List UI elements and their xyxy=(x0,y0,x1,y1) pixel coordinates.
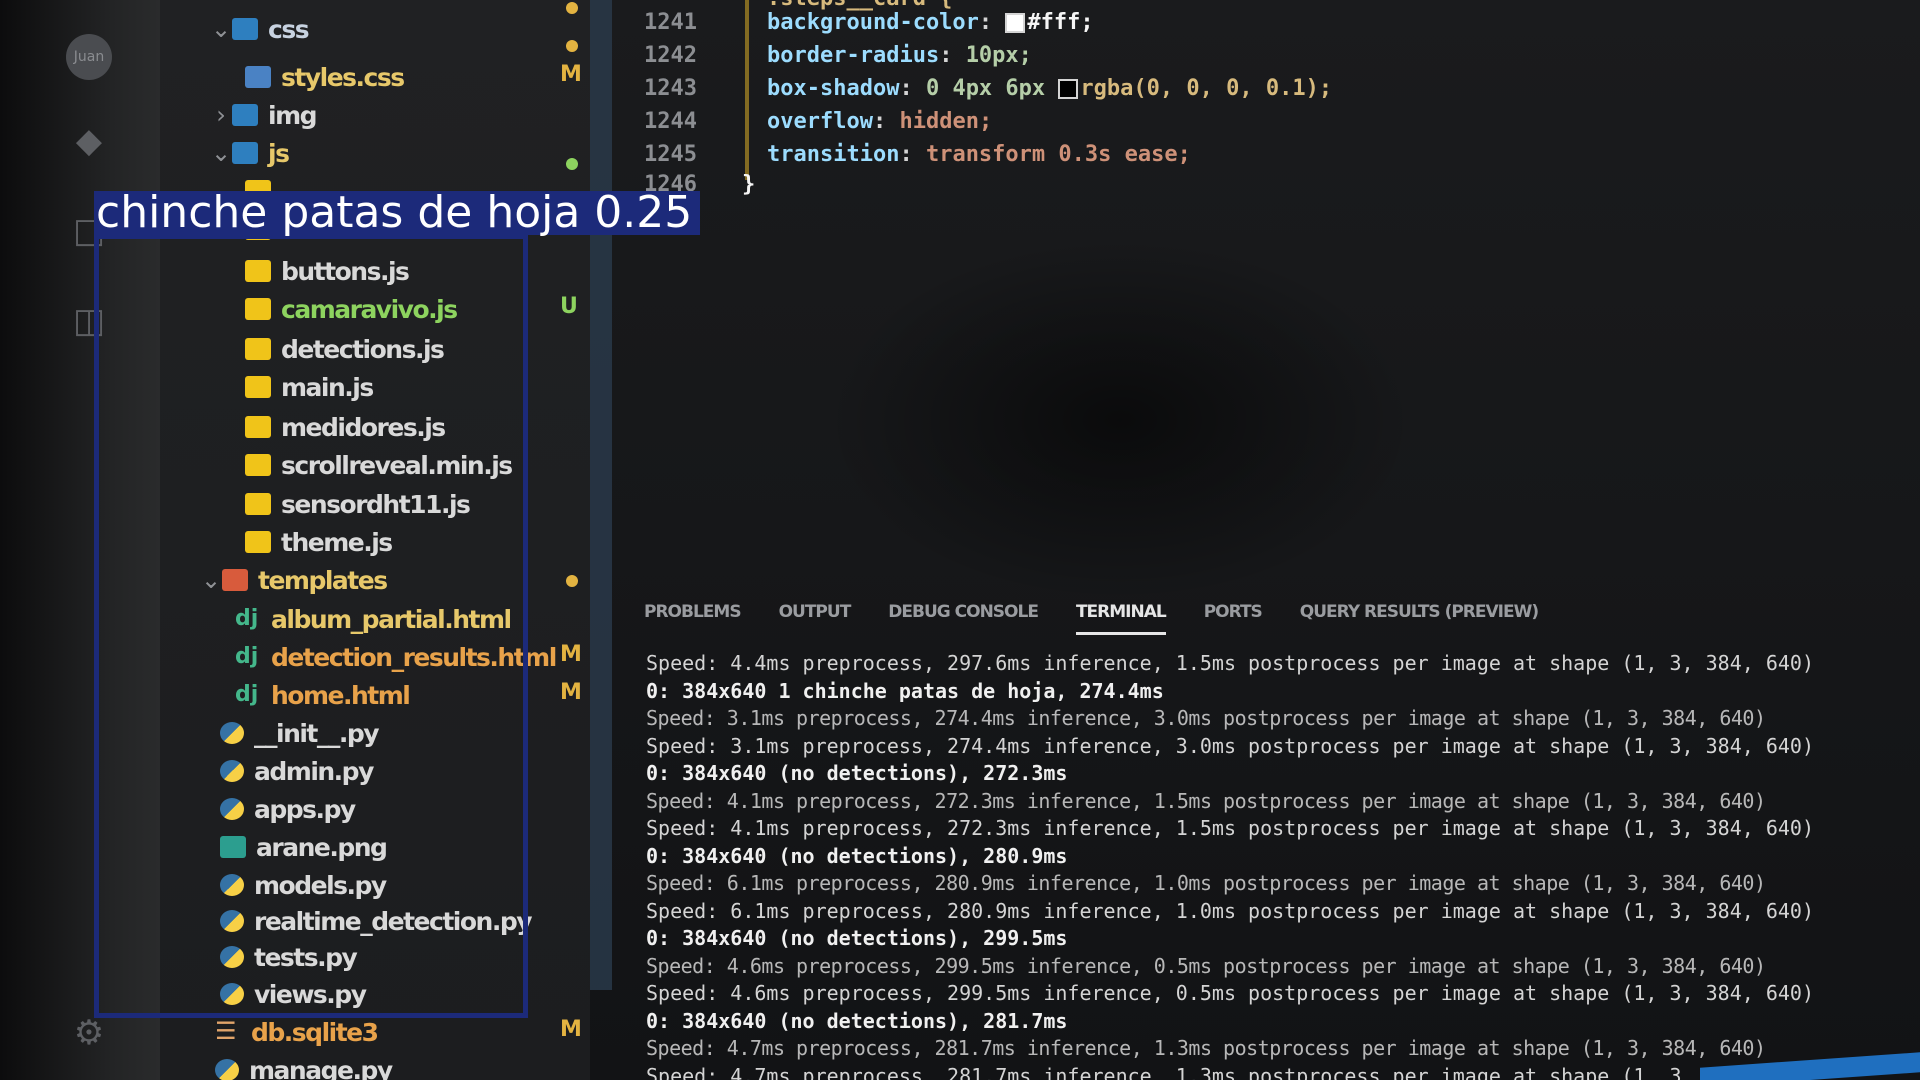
terminal-output[interactable]: Speed: 4.4ms preprocess, 297.6ms inferen… xyxy=(646,650,1906,1080)
terminal-speed-line: Speed: 6.1ms preprocess, 280.9ms inferen… xyxy=(646,898,1814,923)
bottom-panel: PROBLEMS OUTPUT DEBUG CONSOLE TERMINAL PORTS… xyxy=(612,590,1920,1080)
css-property: overflow xyxy=(767,109,873,134)
code-editor[interactable]: .steps__card { 1241background-color: #ff… xyxy=(612,0,1920,590)
colon: : xyxy=(899,142,926,167)
tab-output[interactable]: OUTPUT xyxy=(779,602,852,635)
terminal-detection-line: 0: 384x640 (no detections), 272.3ms xyxy=(646,761,1068,785)
css-property: background-color xyxy=(767,10,979,35)
terminal-detection-line: 0: 384x640 1 chinche patas de hoja, 274.… xyxy=(646,678,1164,703)
git-status-badge: U xyxy=(560,294,578,319)
terminal-speed-line: Speed: 4.4ms preprocess, 297.6ms inferen… xyxy=(646,651,1814,675)
modified-dot-icon xyxy=(566,158,578,170)
file-db-sqlite[interactable]: ☰ db.sqlite3 xyxy=(215,1015,379,1049)
panel-tabs: PROBLEMS OUTPUT DEBUG CONSOLE TERMINAL PORTS… xyxy=(644,602,1576,635)
terminal-speed-line: Speed: 4.6ms preprocess, 299.5ms inferen… xyxy=(646,953,1766,978)
css-property: box-shadow xyxy=(767,76,900,101)
terminal-speed-line: Speed: 4.7ms preprocess, 281.7ms inferen… xyxy=(646,1036,1766,1060)
tab-problems[interactable]: PROBLEMS xyxy=(644,602,742,635)
css-value: hidden; xyxy=(899,109,993,134)
indent-guide xyxy=(745,0,749,180)
file-manage-py[interactable]: manage.py xyxy=(215,1053,393,1080)
code-line: background-color: #fff; xyxy=(767,10,1094,35)
css-value: } xyxy=(742,172,756,197)
account-icon[interactable]: Juan xyxy=(66,34,112,80)
folder-js[interactable]: ⌄ js xyxy=(210,136,290,170)
terminal-speed-line: Speed: 4.6ms preprocess, 299.5ms inferen… xyxy=(646,981,1814,1005)
line-number: 1241 xyxy=(644,10,697,35)
terminal-detection-line: 0: 384x640 (no detections), 281.7ms xyxy=(646,1008,1068,1033)
python-icon[interactable]: ◆ xyxy=(66,118,112,164)
db-file-icon: ☰ xyxy=(215,1017,237,1045)
tree-item-label: db.sqlite3 xyxy=(251,1017,379,1047)
chevron-right-icon[interactable]: › xyxy=(210,101,232,129)
terminal-speed-line: Speed: 6.1ms preprocess, 280.9ms inferen… xyxy=(646,871,1766,895)
chevron-down-icon[interactable]: ⌄ xyxy=(210,139,232,167)
tree-item-label: js xyxy=(268,138,290,168)
css-file-icon xyxy=(245,66,271,88)
folder-file-icon xyxy=(232,104,258,126)
folder-img[interactable]: › img xyxy=(210,98,318,132)
code-line: border-radius: 10px; xyxy=(767,43,1032,68)
detection-label: chinche patas de hoja 0.25 xyxy=(94,191,701,235)
tree-item-label: manage.py xyxy=(249,1055,393,1080)
file-styles-css[interactable]: styles.css xyxy=(245,60,405,94)
css-value: transform 0.3s ease; xyxy=(925,142,1191,167)
line-number: 1242 xyxy=(644,43,697,68)
sidebar-scrollbar[interactable] xyxy=(590,0,612,990)
color-swatch-icon[interactable] xyxy=(1005,13,1026,33)
color-swatch-icon[interactable] xyxy=(1058,79,1079,99)
tab-ports[interactable]: PORTS xyxy=(1204,602,1263,635)
css-property: border-radius xyxy=(767,43,940,68)
folder-file-icon xyxy=(232,142,258,164)
terminal-speed-line: Speed: 4.1ms preprocess, 272.3ms inferen… xyxy=(646,788,1766,813)
folder-file-icon xyxy=(232,18,258,40)
line-number: 1244 xyxy=(644,109,697,134)
css-value: #fff; xyxy=(1027,10,1094,35)
detection-bounding-box xyxy=(94,234,528,1018)
code-line: transition: transform 0.3s ease; xyxy=(767,142,1191,167)
terminal-speed-line: Speed: 3.1ms preprocess, 274.4ms inferen… xyxy=(646,706,1766,730)
modified-dot-icon xyxy=(566,575,578,587)
git-status-badge: M xyxy=(560,680,582,705)
css-property: transition xyxy=(767,142,900,167)
code-line: } xyxy=(742,172,755,197)
tab-debug-console[interactable]: DEBUG CONSOLE xyxy=(888,602,1039,635)
modified-dot-icon xyxy=(566,40,578,52)
folder-css[interactable]: ⌄ css xyxy=(210,12,310,46)
tree-item-label: img xyxy=(268,100,318,130)
colon: : xyxy=(939,43,966,68)
code-line: box-shadow: 0 4px 6px rgba(0, 0, 0, 0.1)… xyxy=(767,76,1332,101)
tree-item-label: css xyxy=(268,14,310,44)
git-status-badge: M xyxy=(560,1017,582,1042)
code-line: overflow: hidden; xyxy=(767,109,992,134)
terminal-detection-line: 0: 384x640 (no detections), 280.9ms xyxy=(646,843,1068,868)
line-number: 1243 xyxy=(644,76,697,101)
terminal-speed-line: Speed: 4.1ms preprocess, 272.3ms inferen… xyxy=(646,816,1814,840)
tab-query-results-preview[interactable]: QUERY RESULTS (PREVIEW) xyxy=(1300,602,1539,635)
modified-dot-icon xyxy=(566,2,578,14)
git-status-badge: M xyxy=(560,62,582,87)
colon: : xyxy=(978,10,1006,35)
git-status-badge: M xyxy=(560,642,582,667)
css-value: 0 4px 6px xyxy=(925,76,1059,101)
tab-terminal[interactable]: TERMINAL xyxy=(1075,602,1167,635)
py-file-icon xyxy=(215,1059,239,1080)
css-value: 10px; xyxy=(965,43,1032,68)
line-number: 1245 xyxy=(644,142,697,167)
css-function: rgba(0, 0, 0, 0.1); xyxy=(1080,76,1333,101)
terminal-speed-line: Speed: 3.1ms preprocess, 274.4ms inferen… xyxy=(646,733,1814,758)
tree-item-label: styles.css xyxy=(281,62,405,92)
colon: : xyxy=(872,109,900,134)
colon: : xyxy=(899,76,926,101)
terminal-detection-line: 0: 384x640 (no detections), 299.5ms xyxy=(646,926,1068,950)
chevron-down-icon[interactable]: ⌄ xyxy=(210,15,232,43)
